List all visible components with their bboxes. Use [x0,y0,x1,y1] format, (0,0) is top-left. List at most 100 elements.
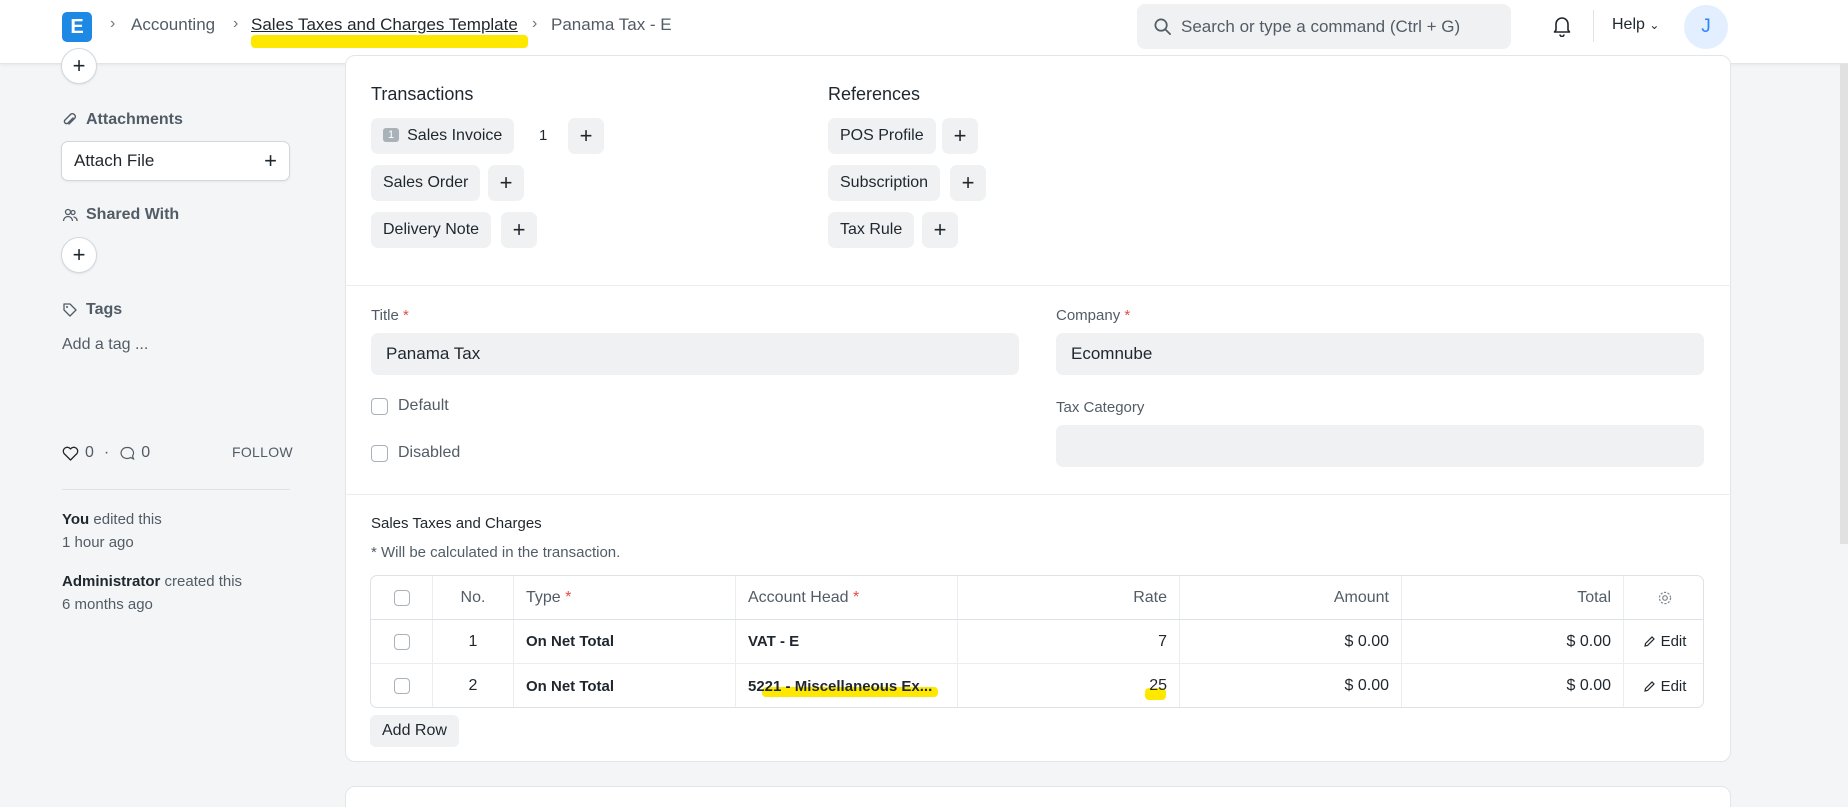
taxes-table: No. Type * Account Head * Rate Amount To… [370,575,1704,708]
company-input[interactable]: Ecomnube [1056,333,1704,375]
row-account-head[interactable]: VAT - E [736,620,958,663]
row-rate[interactable]: 25 [958,664,1180,707]
tax-category-input[interactable] [1056,425,1704,467]
row-account-head-text: 5221 - Miscellaneous Ex... [748,677,933,695]
col-amount: Amount [1180,576,1402,619]
breadcrumb-doctype[interactable]: Sales Taxes and Charges Template [251,15,518,35]
heart-icon[interactable] [62,446,79,461]
sales-invoice-link[interactable]: 1 Sales Invoice [371,118,515,154]
attach-file-label: Attach File [74,151,155,170]
row-amount[interactable]: $ 0.00 [1180,620,1402,663]
select-all-checkbox[interactable] [393,589,410,606]
row-select-cell [371,620,433,663]
sales-order-link[interactable]: Sales Order [371,165,481,201]
search-icon [1154,18,1171,35]
search-placeholder: Search or type a command (Ctrl + G) [1181,17,1461,36]
new-tax-rule-button[interactable]: + [922,212,958,248]
new-pos-profile-button[interactable]: + [942,118,978,154]
col-total: Total [1402,576,1624,619]
title-label: Title * [371,307,409,324]
help-label: Help [1612,16,1645,33]
add-row-button[interactable]: Add Row [370,715,459,747]
taxes-section-label: Sales Taxes and Charges [371,515,542,532]
notification-bell-icon[interactable] [1552,15,1572,37]
row-edit-button[interactable]: Edit [1624,664,1703,707]
required-mark: * [852,588,860,606]
new-subscription-button[interactable]: + [950,165,986,201]
sales-invoice-count-badge: 1 [383,128,400,142]
search-bar[interactable]: Search or type a command (Ctrl + G) [1137,4,1511,49]
required-mark: * [402,307,409,324]
gear-icon[interactable] [1657,590,1673,606]
activity-actor[interactable]: You [62,511,89,528]
default-checkbox[interactable] [371,398,388,415]
row-checkbox[interactable] [393,633,410,650]
edit-label: Edit [1660,633,1687,650]
activity-action: created this [160,573,243,590]
follow-button[interactable]: FOLLOW [232,444,293,460]
app-logo[interactable]: E [62,12,92,42]
section-divider [345,494,1731,495]
activity-time: 6 months ago [62,596,153,613]
user-avatar[interactable]: J [1684,5,1728,49]
breadcrumb-accounting[interactable]: Accounting [131,15,215,35]
row-account-head[interactable]: 5221 - Miscellaneous Ex... [736,664,958,707]
row-total[interactable]: $ 0.00 [1402,664,1624,707]
subscription-link[interactable]: Subscription [828,165,941,201]
row-rate[interactable]: 7 [958,620,1180,663]
paperclip-icon [63,113,76,125]
comment-icon[interactable] [119,446,135,461]
new-sales-order-button[interactable]: + [488,165,524,201]
share-add-button[interactable]: + [61,237,97,273]
activity-actor[interactable]: Administrator [62,573,160,590]
activity-time: 1 hour ago [62,534,134,551]
delivery-note-link[interactable]: Delivery Note [371,212,492,248]
row-type[interactable]: On Net Total [514,664,736,707]
row-edit-button[interactable]: Edit [1624,620,1703,663]
disabled-checkbox[interactable] [371,445,388,462]
col-no: No. [433,576,514,619]
assign-add-button[interactable]: + [61,48,97,84]
activity-item: You edited this 1 hour ago [62,508,162,554]
sales-invoice-label: Sales Invoice [407,127,503,144]
add-tag-link[interactable]: Add a tag ... [62,336,148,354]
row-select-cell [371,664,433,707]
pencil-icon [1643,636,1655,647]
row-type[interactable]: On Net Total [514,620,736,663]
page-scrollbar[interactable] [1840,64,1848,544]
attachments-heading: Attachments [62,111,183,129]
row-checkbox[interactable] [393,678,410,694]
col-type: Type * [514,576,736,619]
table-row[interactable]: 1 On Net Total VAT - E 7 $ 0.00 $ 0.00 E… [371,620,1703,664]
required-mark: * [1124,307,1131,324]
shared-with-heading: Shared With [62,206,179,224]
breadcrumb-current: Panama Tax - E [551,15,672,34]
tax-category-label: Tax Category [1056,399,1145,416]
sales-invoice-count: 1 [539,127,548,144]
new-delivery-note-button[interactable]: + [501,212,537,248]
users-icon [62,208,78,222]
attach-file-button[interactable]: Attach File + [61,141,290,181]
chevron-right-icon: › [233,15,239,32]
comments-count: 0 [141,444,151,461]
col-account-head-label: Account Head [748,588,849,606]
row-amount[interactable]: $ 0.00 [1180,664,1402,707]
select-all-cell [371,576,433,619]
tax-rule-link[interactable]: Tax Rule [828,212,915,248]
row-total[interactable]: $ 0.00 [1402,620,1624,663]
attachments-label: Attachments [86,111,183,128]
pos-profile-link[interactable]: POS Profile [828,118,936,154]
title-input[interactable]: Panama Tax [371,333,1019,375]
tag-icon [63,303,77,317]
tags-label: Tags [86,301,123,318]
help-dropdown[interactable]: Help ⌄ [1612,16,1659,34]
table-row[interactable]: 2 On Net Total 5221 - Miscellaneous Ex..… [371,664,1703,707]
yellow-highlight-mark [251,35,528,48]
likes-count: 0 [85,444,94,461]
new-sales-invoice-button[interactable]: + [568,118,604,154]
column-settings-cell [1624,576,1703,619]
table-header: No. Type * Account Head * Rate Amount To… [371,576,1703,620]
col-account-head: Account Head * [736,576,958,619]
company-label: Company * [1056,307,1130,324]
chevron-right-icon: › [110,15,116,32]
